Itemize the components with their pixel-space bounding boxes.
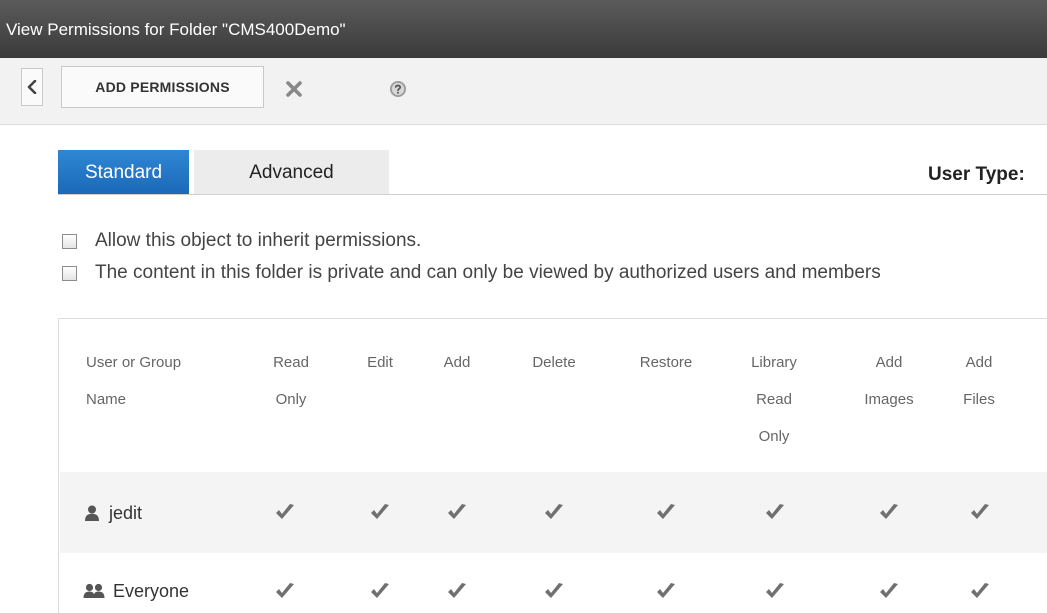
permission-check-icon[interactable] [969, 502, 991, 522]
inherit-permissions-checkbox[interactable] [62, 233, 77, 249]
table-row: jedit [60, 472, 1047, 553]
chevron-left-icon [27, 80, 37, 94]
column-header-add: Add [443, 354, 471, 371]
user-type-label: User Type: [928, 164, 1025, 185]
table-row: Everyone [60, 553, 1047, 613]
permission-check-icon[interactable] [764, 502, 786, 522]
close-icon[interactable] [284, 79, 304, 99]
permission-check-icon[interactable] [969, 581, 991, 601]
private-content-label: The content in this folder is private an… [95, 262, 881, 283]
private-content-checkbox[interactable] [62, 265, 77, 281]
window-title: View Permissions for Folder "CMS400Demo" [6, 20, 346, 39]
column-header-read-only: Read Only [273, 354, 309, 408]
permission-check-icon[interactable] [878, 581, 900, 601]
row-group-everyone[interactable]: Everyone [83, 578, 189, 604]
column-header-user-or-group-name: User or Group Name [86, 354, 182, 408]
tab-divider [58, 194, 1047, 195]
permission-check-icon[interactable] [543, 502, 565, 522]
permission-check-icon[interactable] [878, 502, 900, 522]
permission-check-icon[interactable] [543, 581, 565, 601]
permission-check-icon[interactable] [369, 502, 391, 522]
help-icon[interactable] [389, 80, 407, 98]
permissions-table: User or Group Name Read Only Edit Add De… [58, 318, 1047, 613]
user-icon [85, 505, 99, 521]
back-button[interactable] [21, 68, 43, 106]
row-user-jedit[interactable]: jedit [83, 500, 142, 526]
inherit-permissions-label: Allow this object to inherit permissions… [95, 230, 422, 251]
column-header-add-files: Add Files [963, 354, 995, 408]
permission-check-icon[interactable] [369, 581, 391, 601]
column-header-add-images: Add Images [864, 354, 914, 408]
permission-check-icon[interactable] [274, 581, 296, 601]
private-option: The content in this folder is private an… [62, 262, 881, 284]
permission-check-icon[interactable] [655, 502, 677, 522]
inherit-option: Allow this object to inherit permissions… [62, 230, 421, 252]
permission-check-icon[interactable] [655, 581, 677, 601]
column-header-delete: Delete [532, 354, 576, 371]
tab-standard[interactable]: Standard [58, 150, 189, 195]
tab-advanced[interactable]: Advanced [194, 150, 389, 195]
window-titlebar: View Permissions for Folder "CMS400Demo" [0, 0, 1047, 58]
permission-check-icon[interactable] [446, 502, 468, 522]
column-header-library-read-only: Library Read Only [751, 354, 797, 445]
row-name: Everyone [113, 580, 190, 601]
row-name: jedit [109, 502, 143, 523]
group-icon [83, 583, 105, 598]
column-header-edit: Edit [367, 354, 393, 371]
permission-check-icon[interactable] [764, 581, 786, 601]
permission-check-icon[interactable] [274, 502, 296, 522]
column-header-restore: Restore [639, 354, 693, 371]
permission-check-icon[interactable] [446, 581, 468, 601]
add-permissions-button[interactable]: ADD PERMISSIONS [61, 66, 264, 108]
toolbar: ADD PERMISSIONS [0, 58, 1047, 125]
